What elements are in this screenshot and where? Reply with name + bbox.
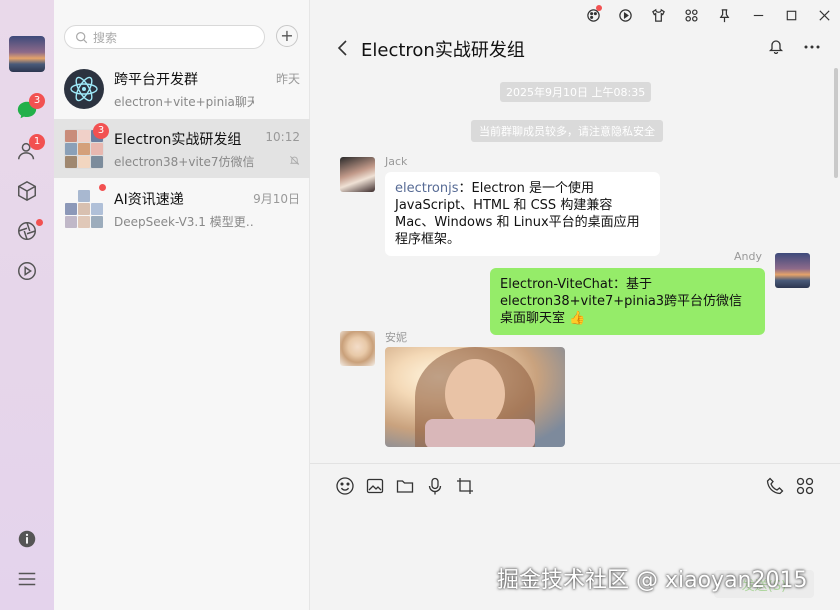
image-button[interactable] <box>364 475 386 497</box>
more-icon[interactable] <box>803 40 821 54</box>
chat-panel: Electron实战研发组 2025年9月10日 上午08:35 当前群聊成员较… <box>310 0 840 610</box>
chat-nav-button[interactable]: 3 <box>15 93 45 122</box>
close-icon <box>818 9 830 21</box>
conversation-preview: DeepSeek-V3.1 模型更… <box>114 215 254 229</box>
input-divider <box>310 463 840 464</box>
shirt-icon <box>651 8 665 22</box>
hamburger-icon <box>18 572 36 586</box>
conversation-name: Electron实战研发组 <box>114 132 242 148</box>
window-toolbar <box>310 0 840 30</box>
file-button[interactable] <box>394 475 416 497</box>
maximize-button[interactable] <box>783 7 799 23</box>
sender-name: Andy <box>734 250 762 263</box>
conversation-list-panel: 搜索 + 跨平台开发群 昨天 electron+vite+pinia聊天室 3 … <box>54 0 310 610</box>
conversation-item-active[interactable]: 3 Electron实战研发组 10:12 electron38+vite7仿微… <box>54 119 310 178</box>
add-button[interactable]: + <box>276 25 298 47</box>
my-avatar[interactable] <box>775 253 810 288</box>
chat-title: Electron实战研发组 <box>361 40 525 61</box>
group-avatar <box>64 69 104 109</box>
plus-icon: + <box>280 26 294 45</box>
minimize-icon <box>753 14 763 16</box>
favorites-nav-button[interactable] <box>15 179 39 203</box>
about-button[interactable] <box>15 527 39 551</box>
conversation-name: 跨平台开发群 <box>114 72 198 88</box>
pin-icon <box>719 8 729 22</box>
contacts-badge: 1 <box>29 134 45 150</box>
chat-unread-badge: 3 <box>29 93 45 109</box>
conversation-preview: electron+vite+pinia聊天室 <box>114 95 254 109</box>
scrollbar[interactable] <box>834 68 838 178</box>
info-icon <box>18 530 36 548</box>
watermark: 掘金技术社区 @ xiaoyan2015 <box>497 568 808 593</box>
conversation-time: 10:12 <box>265 130 300 144</box>
aperture-icon <box>18 222 36 240</box>
folder-icon <box>396 480 414 493</box>
search-icon <box>76 31 88 43</box>
maximize-icon <box>786 10 796 20</box>
play-circle-icon <box>618 8 632 22</box>
message-link[interactable]: electronjs <box>395 181 459 196</box>
sidebar: 3 1 <box>0 0 54 610</box>
phone-icon <box>766 477 784 495</box>
image-icon <box>366 478 384 494</box>
mute-bell-icon <box>289 156 300 165</box>
contacts-nav-button[interactable]: 1 <box>15 134 45 163</box>
video-nav-button[interactable] <box>15 259 39 283</box>
conversation-item[interactable]: AI资讯速递 9月10日 DeepSeek-V3.1 模型更… <box>54 179 310 238</box>
message-bubble: electronjs：Electron 是一个使用 JavaScript、HTM… <box>385 172 660 256</box>
microphone-icon <box>428 477 442 495</box>
call-button[interactable] <box>764 475 786 497</box>
conversation-time: 昨天 <box>275 72 300 86</box>
grid-icon <box>684 8 698 22</box>
conversation-name: AI资讯速递 <box>114 192 184 208</box>
chat-header: Electron实战研发组 <box>310 30 840 66</box>
apps-grid-icon <box>796 477 814 495</box>
emoji-icon <box>336 477 354 495</box>
bell-icon[interactable] <box>768 38 784 54</box>
skin-button[interactable] <box>585 5 602 23</box>
menu-button[interactable] <box>15 567 39 591</box>
privacy-notice: 当前群聊成员较多，请注意隐私安全 <box>471 120 663 142</box>
moments-nav-button[interactable] <box>15 219 43 243</box>
conversation-unread-badge: 3 <box>93 123 109 139</box>
moments-dot <box>36 219 43 226</box>
time-divider: 2025年9月10日 上午08:35 <box>500 82 652 102</box>
user-avatar[interactable] <box>9 36 45 72</box>
message-bubble-self: Electron-ViteChat：基于electron38+vite7+pin… <box>490 268 765 335</box>
sender-name: 安妮 <box>385 331 407 344</box>
emoji-button[interactable] <box>334 475 356 497</box>
media-button[interactable] <box>617 7 633 23</box>
crop-icon <box>457 478 473 494</box>
message-text: Electron-ViteChat：基于electron38+vite7+pin… <box>500 277 743 326</box>
theme-button[interactable] <box>650 7 666 23</box>
minimize-button[interactable] <box>750 7 766 23</box>
pin-button[interactable] <box>716 7 732 23</box>
skin-dot <box>596 5 602 11</box>
conversation-item[interactable]: 跨平台开发群 昨天 electron+vite+pinia聊天室 <box>54 59 310 118</box>
cube-icon <box>18 180 36 202</box>
screenshot-button[interactable] <box>454 475 476 497</box>
close-button[interactable] <box>816 7 832 23</box>
voice-button[interactable] <box>424 475 446 497</box>
more-apps-button[interactable] <box>794 475 816 497</box>
message-image[interactable] <box>385 347 565 447</box>
sender-avatar[interactable] <box>340 157 375 192</box>
back-chevron-icon[interactable] <box>336 39 350 57</box>
search-placeholder: 搜索 <box>93 30 118 45</box>
play-circle-icon <box>18 262 36 280</box>
conversation-time: 9月10日 <box>253 192 300 206</box>
apps-button[interactable] <box>683 7 699 23</box>
sender-name: Jack <box>385 155 408 168</box>
search-input[interactable]: 搜索 <box>64 25 265 49</box>
group-avatar-grid <box>64 189 104 229</box>
sender-avatar[interactable] <box>340 331 375 366</box>
photo-scarf <box>425 419 535 447</box>
conversation-preview: electron38+vite7仿微信客… <box>114 155 254 169</box>
electron-logo-icon <box>70 76 98 102</box>
conversation-dot <box>99 184 106 191</box>
